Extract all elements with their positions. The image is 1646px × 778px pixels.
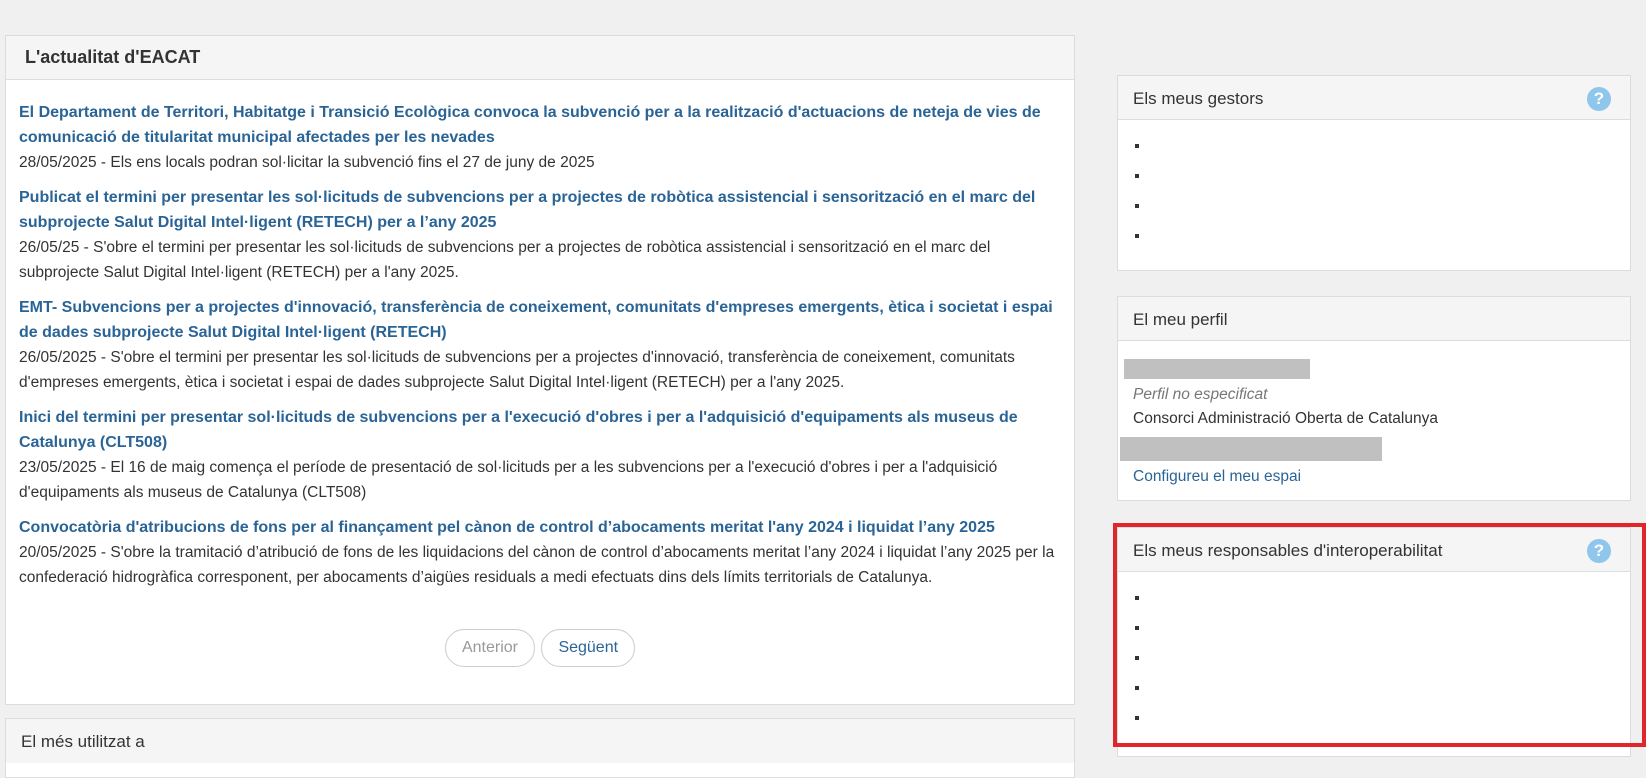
most-used-panel: El més utilitzat a: [5, 718, 1075, 778]
news-list: El Departament de Territori, Habitatge i…: [6, 80, 1074, 590]
news-item-title-link[interactable]: El Departament de Territori, Habitatge i…: [19, 100, 1062, 150]
most-used-panel-header: El més utilitzat a: [6, 719, 1074, 763]
list-item: [1135, 614, 1630, 644]
news-panel: L'actualitat d'EACAT El Departament de T…: [5, 35, 1075, 705]
list-item: [1135, 584, 1630, 614]
news-item-title-link[interactable]: Convocatòria d'atribucions de fons per a…: [19, 515, 1062, 540]
list-item: [1135, 222, 1630, 252]
help-icon[interactable]: ?: [1587, 87, 1611, 111]
gestors-panel: Els meus gestors ?: [1117, 75, 1631, 271]
list-item: [1135, 674, 1630, 704]
news-item: Publicat el termini per presentar les so…: [19, 185, 1062, 285]
list-item: [1135, 192, 1630, 222]
gestors-panel-header: Els meus gestors ?: [1118, 76, 1630, 120]
most-used-panel-title: El més utilitzat a: [21, 732, 145, 751]
pager-previous-button[interactable]: Anterior: [444, 629, 535, 667]
list-item: [1135, 644, 1630, 674]
news-item-description: 23/05/2025 - El 16 de maig comença el pe…: [19, 459, 998, 501]
list-item: [1135, 132, 1630, 162]
profile-panel-title: El meu perfil: [1133, 310, 1228, 329]
news-item: EMT- Subvencions per a projectes d'innov…: [19, 295, 1062, 395]
help-icon[interactable]: ?: [1587, 539, 1611, 563]
news-item-title-link[interactable]: Publicat el termini per presentar les so…: [19, 185, 1062, 235]
news-item-description: 26/05/25 - S'obre el termini per present…: [19, 239, 991, 281]
news-item: Convocatòria d'atribucions de fons per a…: [19, 515, 1062, 590]
interoperability-panel: Els meus responsables d'interoperabilita…: [1117, 527, 1631, 757]
interoperability-list: [1118, 572, 1630, 734]
interoperability-panel-title: Els meus responsables d'interoperabilita…: [1133, 541, 1443, 560]
news-pager: Anterior Següent: [6, 629, 1074, 667]
configure-space-link[interactable]: Configureu el meu espai: [1118, 461, 1630, 489]
profile-panel-header: El meu perfil: [1118, 297, 1630, 341]
redacted-name: [1124, 359, 1310, 379]
news-panel-title: L'actualitat d'EACAT: [25, 47, 201, 67]
news-item: Inici del termini per presentar sol·lici…: [19, 405, 1062, 505]
profile-organization: Consorci Administració Oberta de Catalun…: [1133, 410, 1438, 427]
profile-type: Perfil no especificat: [1133, 386, 1268, 403]
redacted-email: [1120, 437, 1382, 461]
pager-next-button[interactable]: Següent: [541, 629, 636, 667]
list-item: [1135, 704, 1630, 734]
interoperability-panel-header: Els meus responsables d'interoperabilita…: [1118, 528, 1630, 572]
gestors-panel-title: Els meus gestors: [1133, 89, 1264, 108]
news-item-description: 20/05/2025 - S'obre la tramitació d’atri…: [19, 544, 1055, 586]
news-item-title-link[interactable]: EMT- Subvencions per a projectes d'innov…: [19, 295, 1062, 345]
news-item-description: 26/05/2025 - S'obre el termini per prese…: [19, 349, 1015, 391]
list-item: [1135, 162, 1630, 192]
news-item: El Departament de Territori, Habitatge i…: [19, 100, 1062, 175]
gestors-list: [1118, 120, 1630, 252]
news-panel-header: L'actualitat d'EACAT: [6, 36, 1074, 80]
profile-body: Perfil no especificat Consorci Administr…: [1118, 341, 1630, 489]
profile-panel: El meu perfil Perfil no especificat Cons…: [1117, 296, 1631, 501]
news-item-description: 28/05/2025 - Els ens locals podran sol·l…: [19, 154, 595, 171]
news-item-title-link[interactable]: Inici del termini per presentar sol·lici…: [19, 405, 1062, 455]
